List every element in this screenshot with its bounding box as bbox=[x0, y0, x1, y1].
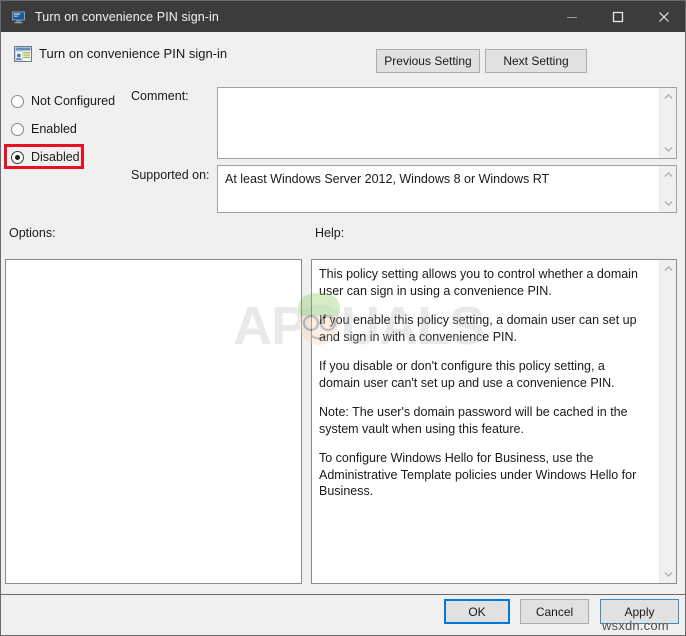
next-setting-button[interactable]: Next Setting bbox=[485, 49, 587, 73]
window-title: Turn on convenience PIN sign-in bbox=[35, 9, 219, 24]
ok-button[interactable]: OK bbox=[444, 599, 510, 624]
help-scrollbar[interactable] bbox=[659, 260, 676, 583]
radio-label: Not Configured bbox=[31, 94, 116, 108]
help-paragraph: This policy setting allows you to contro… bbox=[319, 267, 638, 298]
previous-setting-button[interactable]: Previous Setting bbox=[376, 49, 480, 73]
help-paragraph: If you disable or don't configure this p… bbox=[319, 359, 615, 390]
help-paragraph: Note: The user's domain password will be… bbox=[319, 405, 628, 436]
supported-on-value: At least Windows Server 2012, Windows 8 … bbox=[225, 172, 550, 186]
supported-on-label: Supported on: bbox=[131, 168, 210, 182]
scroll-down-icon[interactable] bbox=[660, 195, 676, 211]
radio-not-configured[interactable]: Not Configured bbox=[11, 91, 115, 111]
scroll-down-icon[interactable] bbox=[660, 141, 676, 157]
help-text: This policy setting allows you to contro… bbox=[319, 266, 647, 500]
window-controls bbox=[549, 1, 685, 32]
close-icon[interactable] bbox=[641, 1, 685, 32]
cancel-button[interactable]: Cancel bbox=[520, 599, 589, 624]
supported-on-scrollbar[interactable] bbox=[659, 166, 676, 212]
options-panel[interactable] bbox=[5, 259, 302, 584]
help-label: Help: bbox=[315, 226, 345, 240]
options-label: Options: bbox=[9, 226, 56, 240]
scroll-down-icon[interactable] bbox=[660, 566, 676, 582]
radio-label: Enabled bbox=[31, 122, 77, 136]
apply-button[interactable]: Apply bbox=[600, 599, 679, 624]
radio-label: Disabled bbox=[31, 150, 80, 164]
radio-enabled[interactable]: Enabled bbox=[11, 119, 77, 139]
minimize-icon[interactable] bbox=[549, 1, 595, 32]
help-panel[interactable]: This policy setting allows you to contro… bbox=[311, 259, 677, 584]
scroll-up-icon[interactable] bbox=[660, 167, 676, 183]
comment-scrollbar[interactable] bbox=[659, 88, 676, 158]
policy-setting-dialog: Turn on convenience PIN sign-in Turn on … bbox=[0, 0, 686, 636]
supported-on-box[interactable]: At least Windows Server 2012, Windows 8 … bbox=[217, 165, 677, 213]
comment-input[interactable] bbox=[217, 87, 677, 159]
radio-circle-icon bbox=[11, 122, 24, 136]
maximize-icon[interactable] bbox=[595, 1, 641, 32]
title-bar: Turn on convenience PIN sign-in bbox=[1, 1, 685, 32]
policy-setting-icon bbox=[13, 44, 33, 64]
radio-disabled[interactable]: Disabled bbox=[11, 147, 80, 167]
help-paragraph: If you enable this policy setting, a dom… bbox=[319, 313, 637, 344]
setting-name: Turn on convenience PIN sign-in bbox=[39, 46, 228, 61]
comment-label: Comment: bbox=[131, 89, 189, 103]
policy-monitor-icon bbox=[11, 9, 27, 25]
radio-circle-icon bbox=[11, 94, 24, 108]
scroll-up-icon[interactable] bbox=[660, 261, 676, 277]
scroll-up-icon[interactable] bbox=[660, 89, 676, 105]
radio-circle-selected-icon bbox=[11, 150, 24, 164]
help-paragraph: To configure Windows Hello for Business,… bbox=[319, 451, 637, 498]
